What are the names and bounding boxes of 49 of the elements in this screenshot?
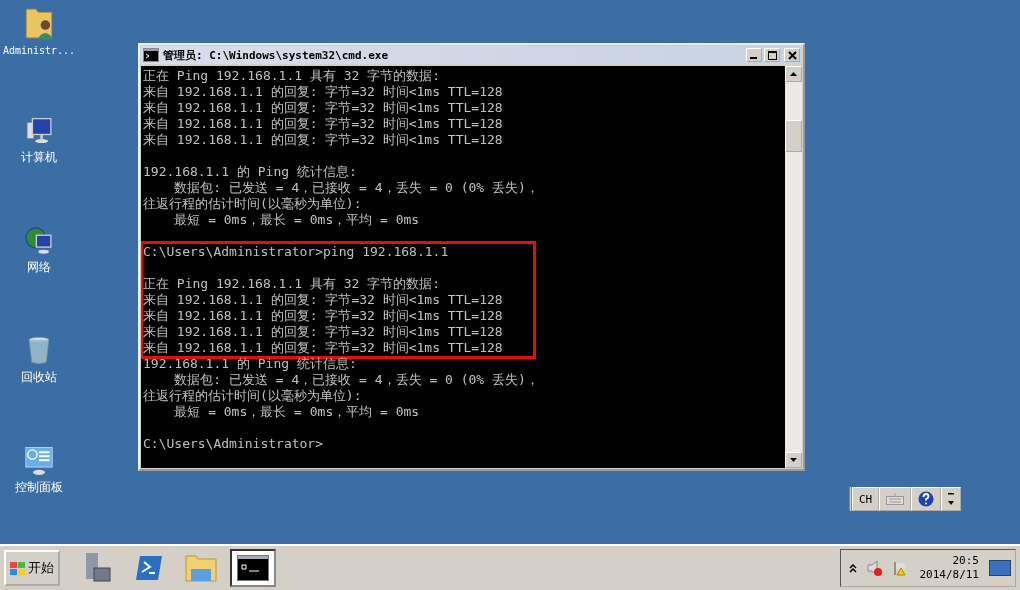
console-line: 来自 192.168.1.1 的回复: 字节=32 时间<1ms TTL=128 — [143, 84, 504, 100]
desktop-icon-label[interactable]: 网络 — [27, 259, 51, 276]
language-indicator[interactable]: CH — [852, 487, 880, 511]
help-icon[interactable] — [918, 491, 935, 507]
desktop-icon-label[interactable]: Administr... — [2, 45, 76, 56]
clock-time[interactable]: 20:5 — [952, 554, 979, 568]
scroll-down-icon[interactable] — [790, 458, 797, 462]
console-icon — [237, 555, 269, 581]
console-icon — [143, 48, 159, 62]
start-button[interactable]: 开始 — [4, 550, 60, 586]
windows-flag-icon — [10, 560, 26, 576]
console-line: C:\Users\Administrator>ping 192.168.1.1 — [143, 244, 450, 260]
close-icon — [787, 50, 797, 60]
desktop-icon-label[interactable]: 计算机 — [21, 149, 57, 166]
console-line: C:\Users\Administrator> — [143, 436, 324, 452]
powershell-icon — [134, 554, 164, 582]
scrollbar-thumb[interactable] — [785, 120, 802, 152]
console-line: 数据包: 已发送 = 4，已接收 = 4，丢失 = 0 (0% 丢失)， — [173, 180, 540, 196]
clock-date[interactable]: 2014/8/11 — [919, 568, 979, 582]
options-caret-icon[interactable] — [948, 492, 955, 506]
desktop-icon-label[interactable]: 回收站 — [21, 369, 57, 386]
console-line: 来自 192.168.1.1 的回复: 字节=32 时间<1ms TTL=128 — [143, 340, 503, 356]
console-taskbar-button[interactable] — [230, 549, 276, 587]
console-line: 最短 = 0ms，最长 = 0ms，平均 = 0ms — [173, 212, 421, 228]
console-line: 来自 192.168.1.1 的回复: 字节=32 时间<1ms TTL=128 — [143, 292, 503, 308]
console-line: 数据包: 已发送 = 4，已接收 = 4，丢失 = 0 (0% 丢失)， — [173, 372, 540, 388]
minimize-button[interactable] — [746, 48, 762, 62]
console-line: 来自 192.168.1.1 的回复: 字节=32 时间<1ms TTL=128 — [143, 308, 503, 324]
maximize-icon — [767, 50, 777, 60]
console-line: 来自 192.168.1.1 的回复: 字节=32 时间<1ms TTL=128 — [143, 132, 504, 148]
maximize-button[interactable] — [764, 48, 780, 62]
console-line: 192.168.1.1 的 Ping 统计信息: — [143, 164, 358, 180]
console-line: 来自 192.168.1.1 的回复: 字节=32 时间<1ms TTL=128 — [143, 324, 503, 340]
console-line: 正在 Ping 192.168.1.1 具有 32 字节的数据: — [143, 68, 441, 84]
console-line: 来自 192.168.1.1 的回复: 字节=32 时间<1ms TTL=128 — [143, 116, 504, 132]
vertical-scrollbar[interactable] — [785, 66, 802, 468]
window-title: 管理员: C:\Windows\system32\cmd.exe — [163, 47, 390, 63]
console-line: 最短 = 0ms，最长 = 0ms，平均 = 0ms — [173, 404, 421, 420]
scroll-up-icon[interactable] — [790, 72, 797, 76]
console-line: 往返行程的估计时间(以毫秒为单位): — [143, 196, 363, 212]
desktop-icon-label[interactable]: 控制面板 — [15, 479, 63, 496]
folder-icon — [185, 553, 217, 583]
console-line: 192.168.1.1 的 Ping 统计信息: — [143, 356, 358, 372]
console-line: 往返行程的估计时间(以毫秒为单位): — [143, 388, 363, 404]
close-button[interactable] — [784, 48, 800, 62]
console-line: 正在 Ping 192.168.1.1 具有 32 字节的数据: — [143, 276, 441, 292]
console-line: 来自 192.168.1.1 的回复: 字节=32 时间<1ms TTL=128 — [143, 100, 504, 116]
chevron-up-icon[interactable] — [849, 563, 858, 573]
muted-speaker-icon[interactable] — [867, 560, 884, 576]
